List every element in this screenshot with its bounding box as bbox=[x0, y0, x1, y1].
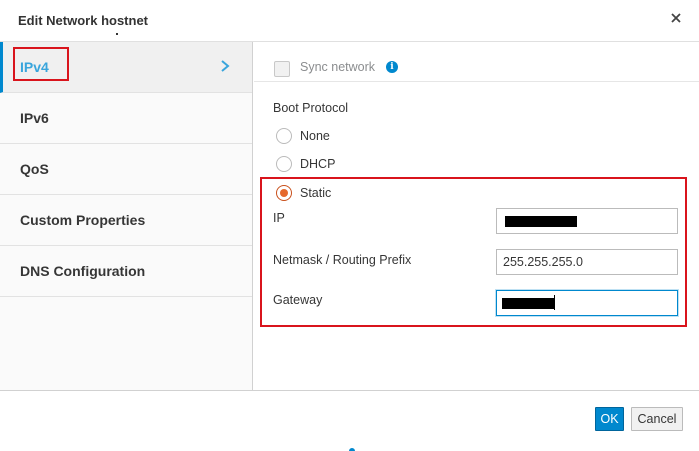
boot-protocol-none-radio[interactable] bbox=[276, 128, 292, 144]
ip-label: IP bbox=[273, 211, 285, 225]
header-dot bbox=[116, 33, 118, 35]
nav-item-ipv4[interactable]: IPv4 bbox=[0, 42, 252, 93]
ipv4-panel: Sync network i Boot Protocol None DHCP S… bbox=[254, 42, 699, 390]
boot-protocol-static-radio[interactable] bbox=[276, 185, 292, 201]
close-icon[interactable] bbox=[669, 10, 683, 26]
dialog-footer: OK Cancel bbox=[0, 390, 699, 451]
edit-network-dialog: Edit Network hostnet IPv4 IPv6 QoS Custo… bbox=[0, 0, 699, 451]
nav-item-label: IPv4 bbox=[20, 59, 49, 75]
chevron-right-icon bbox=[218, 58, 232, 74]
netmask-label: Netmask / Routing Prefix bbox=[273, 253, 412, 267]
boot-protocol-dhcp-radio[interactable] bbox=[276, 156, 292, 172]
nav-item-label: IPv6 bbox=[20, 110, 49, 126]
radio-label-dhcp: DHCP bbox=[300, 157, 336, 171]
nav-item-qos[interactable]: QoS bbox=[0, 144, 252, 195]
cancel-button[interactable]: Cancel bbox=[631, 407, 683, 431]
ok-button[interactable]: OK bbox=[595, 407, 624, 431]
close-x-glyph bbox=[671, 13, 681, 23]
nav-item-dns-configuration[interactable]: DNS Configuration bbox=[0, 246, 252, 297]
sync-network-label: Sync network bbox=[300, 60, 376, 74]
radio-label-static: Static bbox=[300, 186, 332, 200]
nav-item-label: DNS Configuration bbox=[20, 263, 146, 279]
redacted-gateway-value bbox=[502, 298, 554, 309]
ip-input[interactable] bbox=[496, 208, 678, 234]
text-caret bbox=[554, 295, 555, 310]
radio-label-none: None bbox=[300, 129, 330, 143]
netmask-input[interactable]: 255.255.255.0 bbox=[496, 249, 678, 275]
sync-network-row: Sync network i bbox=[254, 42, 699, 82]
dialog-side-nav: IPv4 IPv6 QoS Custom Properties DNS Conf… bbox=[0, 42, 253, 390]
gateway-input[interactable] bbox=[496, 290, 678, 316]
nav-item-label: QoS bbox=[20, 161, 49, 177]
nav-item-ipv6[interactable]: IPv6 bbox=[0, 93, 252, 144]
dialog-header: Edit Network hostnet bbox=[0, 0, 699, 42]
nav-item-custom-properties[interactable]: Custom Properties bbox=[0, 195, 252, 246]
info-icon[interactable]: i bbox=[386, 61, 398, 73]
sync-network-checkbox[interactable] bbox=[274, 61, 290, 77]
gateway-label: Gateway bbox=[273, 293, 323, 307]
redacted-ip-value bbox=[505, 216, 577, 227]
boot-protocol-label: Boot Protocol bbox=[273, 101, 349, 115]
nav-item-label: Custom Properties bbox=[20, 212, 146, 228]
dialog-title: Edit Network hostnet bbox=[18, 13, 149, 28]
